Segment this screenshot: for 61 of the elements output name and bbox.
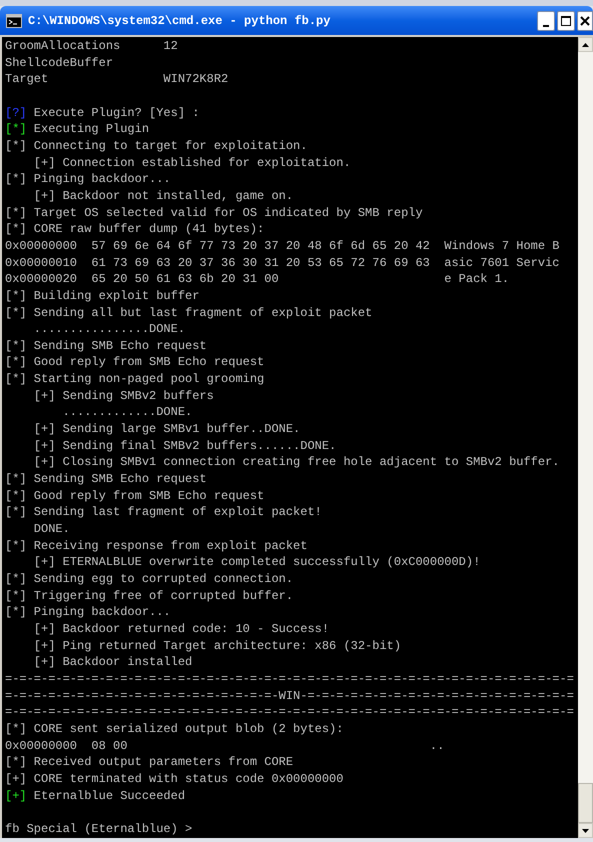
console-line: [+] Sending final SMBv2 buffers......DONE.: [32, 438, 336, 453]
window-title: C:\WINDOWS\system32\cmd.exe - python fb.py: [28, 12, 332, 30]
console-line: [+] Closing SMBv1 connection creating free hole adjacent to SMBv2 buffer.: [32, 455, 560, 470]
console-line: [*] Sending last fragment of exploit packet!: [5, 505, 322, 520]
console-line: Executing Plugin: [32, 122, 150, 136]
console-line: [*] Triggering free of corrupted buffer.: [5, 588, 294, 603]
console-line: 0x00000010 61 73 69 63 20 37 36 30 31 20 53 65 72 76 69 63 asic 7601 Servic: [5, 256, 560, 270]
down-arrow-icon: [582, 828, 589, 832]
console-line: ................DONE.: [32, 322, 186, 336]
minimize-button[interactable]: [537, 10, 555, 30]
console-line: [*] Building exploit buffer: [5, 288, 200, 303]
console-line: Execute Plugin? [Yes] :: [32, 106, 200, 120]
console-line: [+] Connection established for exploitation.: [32, 156, 351, 170]
console-line: [+] Backdoor returned code: 10 - Success!: [32, 622, 330, 636]
console-line: [*] Sending SMB Echo request: [5, 472, 207, 486]
console-line: fb Special (Eternalblue) >: [5, 822, 192, 836]
console-line: [*] Pinging backdoor...: [5, 605, 171, 620]
console-line: ShellcodeBuffer: [5, 56, 114, 70]
scroll-down-button[interactable]: [578, 823, 593, 838]
console-line: [+] Backdoor not installed, game on.: [32, 188, 294, 203]
scroll-up-button[interactable]: [578, 37, 593, 52]
console-line: GroomAllocations 12: [5, 39, 178, 53]
console-line: [*] Received output parameters from CORE: [5, 755, 294, 770]
console-icon: [6, 14, 22, 28]
console-line: [*] CORE sent serialized output blob (2 bytes):: [5, 722, 344, 736]
console-line: 0x00000020 65 20 50 61 63 6b 20 31 00 e Pack 1.: [5, 272, 510, 286]
console-line: =-=-=-=-=-=-=-=-=-=-=-=-=-=-=-=-=-=-=-=-=-=-=-=-=-=-=-=-=-=-=-=-=-=-=-=-=-=-=-=: [5, 705, 574, 720]
status-marker: [+]: [5, 788, 27, 803]
console-line: [*] Pinging backdoor...: [5, 172, 171, 186]
console-line: 0x00000000 08 00 ..: [5, 738, 444, 753]
close-icon: [580, 16, 590, 26]
status-marker: [*]: [5, 122, 27, 136]
console-line: [*] Good reply from SMB Echo request: [5, 488, 264, 503]
scrollbar[interactable]: [578, 37, 593, 838]
console-line: [*] Target OS selected valid for OS indicated by SMB reply: [5, 206, 423, 220]
console-line: [+] Sending large SMBv1 buffer..DONE.: [32, 422, 300, 436]
console-line: [+] Backdoor installed: [32, 655, 192, 670]
up-arrow-icon: [582, 42, 589, 46]
console-line: Eternalblue Succeeded: [32, 788, 186, 803]
console-line: DONE.: [32, 522, 70, 536]
console-line: [+] ETERNALBLUE overwrite completed successfully (0xC000000D)!: [32, 555, 480, 570]
console-line: [*] Good reply from SMB Echo request: [5, 355, 264, 370]
console-line: [*] Sending egg to corrupted connection.: [5, 572, 294, 586]
console-line: [*] Receiving response from exploit packet: [5, 538, 308, 553]
console-line: =-=-=-=-=-=-=-=-=-=-=-=-=-=-=-=-=-=-=-=-=-=-=-=-=-=-=-=-=-=-=-=-=-=-=-=-=-=-=-=: [5, 672, 574, 686]
status-marker: [?]: [5, 106, 27, 120]
console-line: [+] CORE terminated with status code 0x00000000: [5, 772, 344, 786]
console-line: [*] Sending all but last fragment of exploit packet: [5, 306, 372, 320]
console-line: [*] Sending SMB Echo request: [5, 338, 207, 353]
console-line: [*] Connecting to target for exploitation.: [5, 138, 308, 153]
scroll-thumb[interactable]: [578, 783, 593, 823]
close-button[interactable]: [577, 10, 593, 30]
console-line: [+] Ping returned Target architecture: x86 (32-bit): [32, 638, 402, 653]
console-line: .............DONE.: [62, 405, 192, 420]
console-line: =-=-=-=-=-=-=-=-=-=-=-=-=-=-=-=-=-=-=-WIN-=-=-=-=-=-=-=-=-=-=-=-=-=-=-=-=-=-=-=: [5, 688, 574, 703]
console-line: Target WIN72K8R2: [5, 72, 228, 86]
console-line: 0x00000000 57 69 6e 64 6f 77 73 20 37 20 48 6f 6d 65 20 42 Windows 7 Home B: [5, 238, 560, 253]
console-line: [+] Sending SMBv2 buffers: [32, 388, 214, 403]
maximize-button[interactable]: [557, 10, 575, 30]
console-line: [*] Starting non-paged pool grooming: [5, 372, 264, 386]
console-line: [*] CORE raw buffer dump (41 bytes):: [5, 222, 264, 236]
